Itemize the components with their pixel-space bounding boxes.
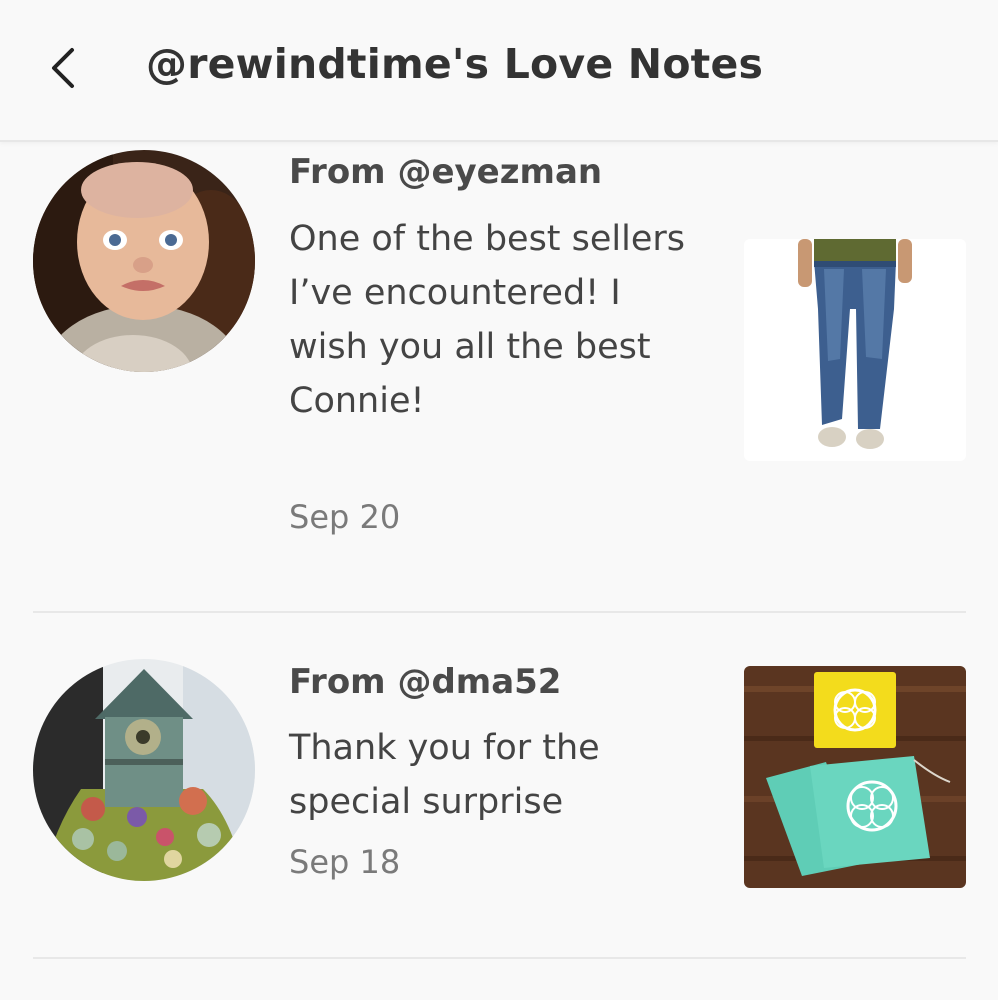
- note-divider: [33, 957, 966, 959]
- listing-thumbnail[interactable]: [744, 239, 966, 461]
- note-message: One of the best sellers I’ve encountered…: [289, 219, 686, 421]
- note-message: Thank you for the special surprise: [289, 728, 600, 822]
- note-sender[interactable]: From @dma52: [289, 662, 561, 702]
- note-sender[interactable]: From @eyezman: [289, 152, 602, 192]
- header-bar: @rewindtime's Love Notes: [0, 0, 998, 142]
- page-title: @rewindtime's Love Notes: [146, 40, 764, 88]
- sender-avatar[interactable]: [33, 150, 255, 372]
- back-button[interactable]: [40, 44, 88, 92]
- note-divider: [33, 611, 966, 613]
- note-date: Sep 20: [289, 498, 401, 536]
- note-date: Sep 18: [289, 843, 401, 881]
- listing-thumbnail[interactable]: [744, 666, 966, 888]
- chevron-left-icon: [52, 48, 74, 88]
- sender-avatar[interactable]: [33, 659, 255, 881]
